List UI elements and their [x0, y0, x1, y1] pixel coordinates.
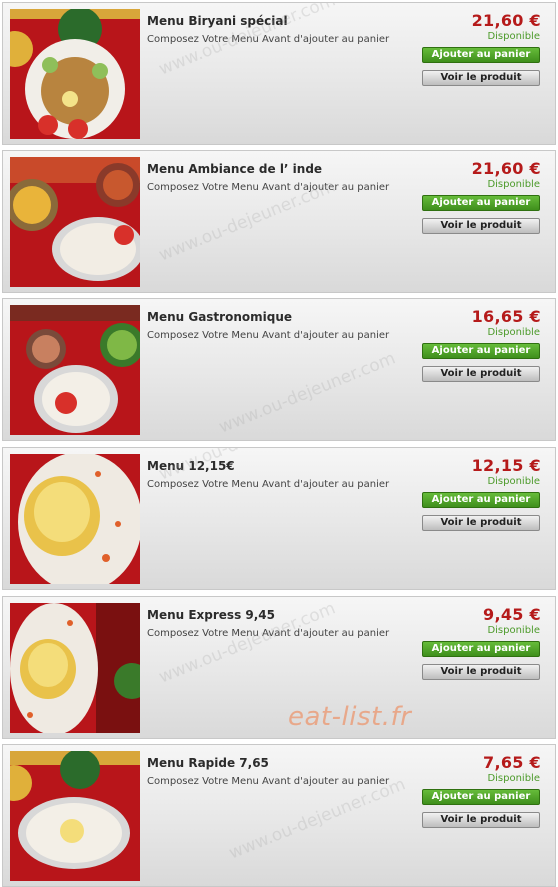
product-title[interactable]: Menu Rapide 7,65 — [147, 756, 407, 770]
product-card: Menu Rapide 7,65 Composez Votre Menu Ava… — [2, 744, 556, 887]
add-to-cart-button[interactable]: Ajouter au panier — [422, 641, 540, 657]
product-description: Composez Votre Menu Avant d'ajouter au p… — [147, 330, 390, 341]
product-price: 21,60 € — [471, 11, 541, 30]
product-description: Composez Votre Menu Avant d'ajouter au p… — [147, 479, 390, 490]
product-title[interactable]: Menu 12,15€ — [147, 459, 407, 473]
product-description: Composez Votre Menu Avant d'ajouter au p… — [147, 182, 390, 193]
product-price: 12,15 € — [471, 456, 541, 475]
product-card: Menu Gastronomique Composez Votre Menu A… — [2, 298, 556, 441]
product-card: Menu 12,15€ Composez Votre Menu Avant d'… — [2, 447, 556, 590]
product-image[interactable] — [10, 603, 140, 733]
watermark: www.ou-dejeuner.com — [216, 348, 399, 438]
add-to-cart-button[interactable]: Ajouter au panier — [422, 47, 540, 63]
product-title[interactable]: Menu Biryani spécial — [147, 14, 407, 28]
product-price: 7,65 € — [483, 753, 541, 772]
availability-status: Disponible — [487, 327, 540, 338]
add-to-cart-button[interactable]: Ajouter au panier — [422, 343, 540, 359]
product-title[interactable]: Menu Ambiance de l’ inde — [147, 162, 407, 176]
availability-status: Disponible — [487, 179, 540, 190]
availability-status: Disponible — [487, 31, 540, 42]
product-card: Menu Express 9,45 Composez Votre Menu Av… — [2, 596, 556, 739]
product-image[interactable] — [10, 454, 140, 584]
product-description: Composez Votre Menu Avant d'ajouter au p… — [147, 34, 390, 45]
view-product-button[interactable]: Voir le produit — [422, 812, 540, 828]
product-title[interactable]: Menu Express 9,45 — [147, 608, 407, 622]
view-product-button[interactable]: Voir le produit — [422, 366, 540, 382]
view-product-button[interactable]: Voir le produit — [422, 664, 540, 680]
availability-status: Disponible — [487, 476, 540, 487]
product-card: Menu Biryani spécial Composez Votre Menu… — [2, 2, 556, 145]
availability-status: Disponible — [487, 625, 540, 636]
view-product-button[interactable]: Voir le produit — [422, 515, 540, 531]
add-to-cart-button[interactable]: Ajouter au panier — [422, 789, 540, 805]
product-image[interactable] — [10, 305, 140, 435]
product-price: 16,65 € — [471, 307, 541, 326]
product-price: 21,60 € — [471, 159, 541, 178]
product-description: Composez Votre Menu Avant d'ajouter au p… — [147, 776, 390, 787]
product-card: Menu Ambiance de l’ inde Composez Votre … — [2, 150, 556, 293]
view-product-button[interactable]: Voir le produit — [422, 218, 540, 234]
availability-status: Disponible — [487, 773, 540, 784]
view-product-button[interactable]: Voir le produit — [422, 70, 540, 86]
product-title[interactable]: Menu Gastronomique — [147, 310, 407, 324]
product-image[interactable] — [10, 157, 140, 287]
product-description: Composez Votre Menu Avant d'ajouter au p… — [147, 628, 390, 639]
product-image[interactable] — [10, 9, 140, 139]
product-price: 9,45 € — [483, 605, 541, 624]
add-to-cart-button[interactable]: Ajouter au panier — [422, 492, 540, 508]
add-to-cart-button[interactable]: Ajouter au panier — [422, 195, 540, 211]
product-image[interactable] — [10, 751, 140, 881]
